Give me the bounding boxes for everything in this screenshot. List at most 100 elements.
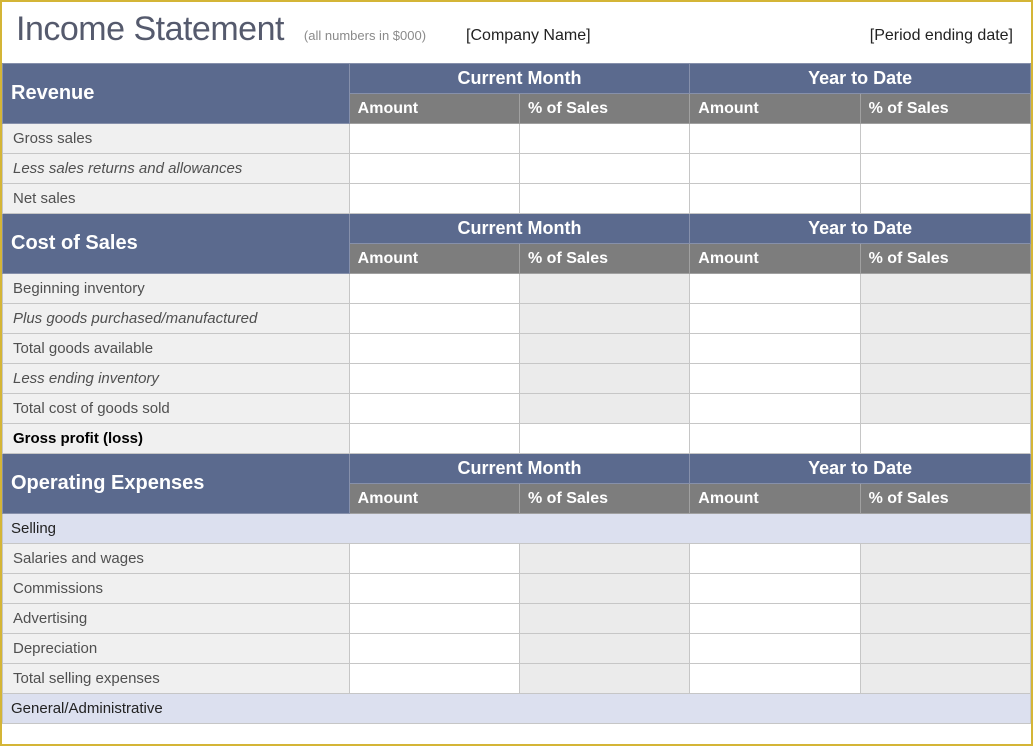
cell-amount-ytd[interactable] bbox=[690, 334, 860, 364]
income-statement-table: Revenue Current Month Year to Date Amoun… bbox=[2, 63, 1031, 724]
table-row: Gross profit (loss) bbox=[3, 424, 1031, 454]
table-row: Advertising bbox=[3, 604, 1031, 634]
cell-pct-ytd[interactable] bbox=[860, 424, 1030, 454]
cell-pct-current[interactable] bbox=[519, 304, 689, 334]
cell-amount-ytd[interactable] bbox=[690, 304, 860, 334]
row-label: Gross profit (loss) bbox=[3, 424, 350, 454]
cell-pct-ytd bbox=[860, 154, 1030, 184]
cell-amount-ytd[interactable] bbox=[690, 364, 860, 394]
cell-pct-ytd[interactable] bbox=[860, 604, 1030, 634]
cell-amount-ytd[interactable] bbox=[690, 274, 860, 304]
cell-amount-current[interactable] bbox=[349, 424, 519, 454]
cell-amount-ytd[interactable] bbox=[690, 634, 860, 664]
row-label: Total cost of goods sold bbox=[3, 394, 350, 424]
cell-pct-current bbox=[519, 154, 689, 184]
col-amount: Amount bbox=[349, 244, 519, 274]
cell-amount-current[interactable] bbox=[349, 604, 519, 634]
period-header-ytd: Year to Date bbox=[690, 64, 1031, 94]
cell-pct-current[interactable] bbox=[519, 574, 689, 604]
cell-pct-current[interactable] bbox=[519, 424, 689, 454]
cell-pct-current[interactable] bbox=[519, 274, 689, 304]
cell-amount-current[interactable] bbox=[349, 274, 519, 304]
cell-amount-ytd[interactable] bbox=[690, 664, 860, 694]
table-row: Net sales bbox=[3, 184, 1031, 214]
table-row: Gross sales bbox=[3, 124, 1031, 154]
col-amount: Amount bbox=[349, 484, 519, 514]
table-row: Total cost of goods sold bbox=[3, 394, 1031, 424]
cell-pct-current[interactable] bbox=[519, 604, 689, 634]
cell-amount-ytd[interactable] bbox=[690, 394, 860, 424]
cell-amount-ytd[interactable] bbox=[690, 544, 860, 574]
subtitle: (all numbers in $000) bbox=[304, 28, 426, 43]
cell-pct-current[interactable] bbox=[519, 394, 689, 424]
cell-amount-ytd[interactable] bbox=[690, 574, 860, 604]
period-header-current: Current Month bbox=[349, 454, 690, 484]
col-pct-sales: % of Sales bbox=[860, 244, 1030, 274]
cell-pct-ytd[interactable] bbox=[860, 304, 1030, 334]
period-header-current: Current Month bbox=[349, 64, 690, 94]
cell-amount-ytd[interactable] bbox=[690, 604, 860, 634]
section-header-operating-expenses: Operating Expenses Current Month Year to… bbox=[3, 454, 1031, 484]
cell-amount-current[interactable] bbox=[349, 544, 519, 574]
cell-amount-ytd[interactable] bbox=[690, 184, 860, 214]
row-label: Total goods available bbox=[3, 334, 350, 364]
cell-amount-current[interactable] bbox=[349, 334, 519, 364]
table-row: Depreciation bbox=[3, 634, 1031, 664]
row-label: Less ending inventory bbox=[3, 364, 350, 394]
cell-amount-ytd[interactable] bbox=[690, 154, 860, 184]
cell-pct-ytd bbox=[860, 124, 1030, 154]
period-header-ytd: Year to Date bbox=[690, 454, 1031, 484]
cell-amount-current[interactable] bbox=[349, 364, 519, 394]
cell-pct-ytd[interactable] bbox=[860, 664, 1030, 694]
cell-amount-ytd[interactable] bbox=[690, 124, 860, 154]
category-row-general-admin: General/Administrative bbox=[3, 694, 1031, 724]
table-row: Beginning inventory bbox=[3, 274, 1031, 304]
cell-pct-ytd[interactable] bbox=[860, 334, 1030, 364]
period-date-placeholder[interactable]: [Period ending date] bbox=[870, 27, 1017, 45]
cell-pct-current bbox=[519, 124, 689, 154]
table-row: Less ending inventory bbox=[3, 364, 1031, 394]
cell-pct-ytd[interactable] bbox=[860, 634, 1030, 664]
cell-amount-current[interactable] bbox=[349, 124, 519, 154]
cell-pct-current[interactable] bbox=[519, 544, 689, 574]
cell-pct-ytd[interactable] bbox=[860, 274, 1030, 304]
cell-amount-current[interactable] bbox=[349, 634, 519, 664]
col-amount: Amount bbox=[690, 94, 860, 124]
col-amount: Amount bbox=[690, 244, 860, 274]
cell-pct-ytd[interactable] bbox=[860, 184, 1030, 214]
section-title: Revenue bbox=[3, 64, 350, 124]
section-header-cost-of-sales: Cost of Sales Current Month Year to Date bbox=[3, 214, 1031, 244]
category-label: General/Administrative bbox=[3, 694, 1031, 724]
col-amount: Amount bbox=[349, 94, 519, 124]
period-header-ytd: Year to Date bbox=[690, 214, 1031, 244]
cell-pct-current[interactable] bbox=[519, 634, 689, 664]
cell-pct-ytd[interactable] bbox=[860, 364, 1030, 394]
cell-amount-current[interactable] bbox=[349, 574, 519, 604]
row-label: Salaries and wages bbox=[3, 544, 350, 574]
cell-amount-current[interactable] bbox=[349, 394, 519, 424]
col-pct-sales: % of Sales bbox=[519, 484, 689, 514]
cell-amount-ytd[interactable] bbox=[690, 424, 860, 454]
company-name-placeholder[interactable]: [Company Name] bbox=[466, 27, 591, 45]
col-pct-sales: % of Sales bbox=[519, 94, 689, 124]
row-label: Beginning inventory bbox=[3, 274, 350, 304]
row-label: Depreciation bbox=[3, 634, 350, 664]
cell-pct-current[interactable] bbox=[519, 334, 689, 364]
section-header-revenue: Revenue Current Month Year to Date bbox=[3, 64, 1031, 94]
section-title: Operating Expenses bbox=[3, 454, 350, 514]
cell-pct-current[interactable] bbox=[519, 664, 689, 694]
cell-pct-ytd[interactable] bbox=[860, 394, 1030, 424]
cell-amount-current[interactable] bbox=[349, 184, 519, 214]
period-header-current: Current Month bbox=[349, 214, 690, 244]
cell-pct-current[interactable] bbox=[519, 184, 689, 214]
cell-amount-current[interactable] bbox=[349, 154, 519, 184]
col-amount: Amount bbox=[690, 484, 860, 514]
cell-pct-current[interactable] bbox=[519, 364, 689, 394]
cell-pct-ytd[interactable] bbox=[860, 574, 1030, 604]
table-row: Salaries and wages bbox=[3, 544, 1031, 574]
row-label: Plus goods purchased/manufactured bbox=[3, 304, 350, 334]
cell-amount-current[interactable] bbox=[349, 664, 519, 694]
category-label: Selling bbox=[3, 514, 1031, 544]
cell-amount-current[interactable] bbox=[349, 304, 519, 334]
cell-pct-ytd[interactable] bbox=[860, 544, 1030, 574]
